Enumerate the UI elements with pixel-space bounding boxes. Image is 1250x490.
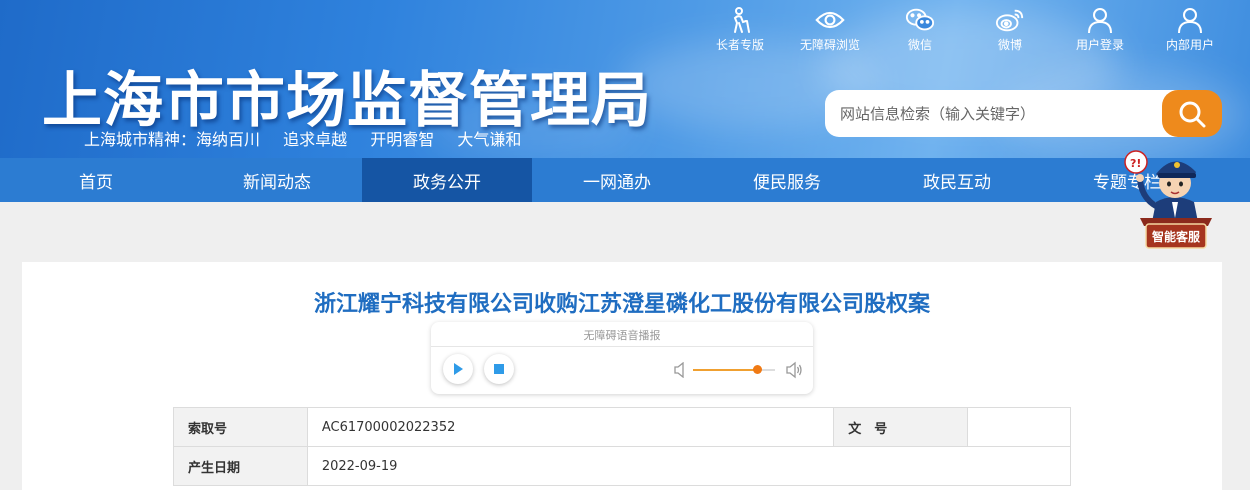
- eye-icon: [815, 6, 845, 34]
- internal-user-link[interactable]: 内部用户: [1145, 6, 1235, 53]
- weibo-icon: [995, 6, 1025, 34]
- top-link-label: 微信: [907, 38, 932, 52]
- slogan-part: 开明睿智: [370, 130, 435, 149]
- volume-slider-fill: [693, 369, 757, 371]
- volume-low-icon[interactable]: [673, 362, 687, 378]
- top-link-label: 微博: [997, 38, 1022, 52]
- wechat-link[interactable]: 微信: [875, 6, 965, 53]
- main-nav: 首页 新闻动态 政务公开 一网通办 便民服务 政民互动 专题专栏: [0, 158, 1250, 202]
- index-number-label: 索取号: [173, 407, 308, 447]
- svg-text:?!: ?!: [1130, 157, 1141, 170]
- user-icon: [1085, 6, 1115, 34]
- date-value: 2022-09-19: [306, 446, 1072, 486]
- top-link-label: 长者专版: [715, 38, 764, 52]
- volume-slider[interactable]: [693, 365, 775, 374]
- nav-item-home[interactable]: 首页: [0, 158, 192, 202]
- divider: [431, 346, 813, 347]
- elderly-version-link[interactable]: 长者专版: [695, 6, 785, 53]
- user-login-link[interactable]: 用户登录: [1055, 6, 1145, 53]
- play-button[interactable]: [443, 354, 473, 384]
- volume-high-icon[interactable]: [785, 361, 803, 379]
- volume-slider-handle[interactable]: [752, 365, 762, 374]
- wechat-icon: [905, 6, 935, 34]
- document-number-label: 文 号: [833, 407, 969, 447]
- smart-service-assistant[interactable]: ?! 智能客服: [1122, 140, 1226, 250]
- date-label: 产生日期: [173, 446, 308, 486]
- slogan-part: 大气谦和: [457, 130, 522, 149]
- nav-item-online-services[interactable]: 一网通办: [532, 158, 702, 202]
- document-number-value: [967, 407, 1071, 447]
- nav-item-government-affairs[interactable]: 政务公开: [362, 158, 532, 202]
- audio-player-label: 无障碍语音播报: [583, 329, 661, 342]
- site-header: 上海市市场监督管理局 上海城市精神：海纳百川 追求卓越 开明睿智 大气谦和 长者…: [0, 0, 1250, 158]
- accessibility-link[interactable]: 无障碍浏览: [785, 6, 875, 53]
- top-link-label: 无障碍浏览: [799, 38, 860, 52]
- assistant-label: 智能客服: [1151, 229, 1201, 244]
- top-link-label: 内部用户: [1165, 38, 1214, 52]
- table-row: 索取号 AC61700002022352 文 号: [173, 407, 1071, 447]
- stop-icon: [494, 364, 504, 374]
- elderly-icon: [725, 6, 755, 34]
- table-row: 产生日期 2022-09-19: [173, 446, 1072, 486]
- slogan-part: 上海城市精神：海纳百川: [84, 130, 261, 149]
- search-icon: [1179, 101, 1206, 127]
- search-input[interactable]: [840, 102, 1160, 126]
- assistant-avatar-icon: ?! 智能客服: [1124, 150, 1212, 249]
- slogan-part: 追求卓越: [283, 130, 348, 149]
- stop-button[interactable]: [484, 354, 514, 384]
- article-panel: 浙江耀宁科技有限公司收购江苏澄星磷化工股份有限公司股权案 无障碍语音播报 索取号…: [22, 262, 1222, 490]
- play-icon: [454, 363, 463, 375]
- nav-item-news[interactable]: 新闻动态: [192, 158, 362, 202]
- search-box: [825, 90, 1185, 137]
- top-links: 长者专版 无障碍浏览 微信 微博 用户登录 内部用户: [695, 6, 1235, 53]
- article-title: 浙江耀宁科技有限公司收购江苏澄星磷化工股份有限公司股权案: [313, 292, 930, 317]
- city-slogan: 上海城市精神：海纳百川 追求卓越 开明睿智 大气谦和: [84, 126, 539, 150]
- search-button[interactable]: [1162, 90, 1222, 137]
- user-icon: [1175, 6, 1205, 34]
- nav-item-public-services[interactable]: 便民服务: [702, 158, 872, 202]
- top-link-label: 用户登录: [1075, 38, 1124, 52]
- nav-item-interaction[interactable]: 政民互动: [872, 158, 1042, 202]
- document-meta-table: 索取号 AC61700002022352 文 号 产生日期 2022-09-19: [173, 407, 1072, 486]
- weibo-link[interactable]: 微博: [965, 6, 1055, 53]
- audio-player: 无障碍语音播报: [431, 322, 813, 394]
- site-search: [825, 90, 1222, 137]
- index-number-value: AC61700002022352: [306, 407, 835, 447]
